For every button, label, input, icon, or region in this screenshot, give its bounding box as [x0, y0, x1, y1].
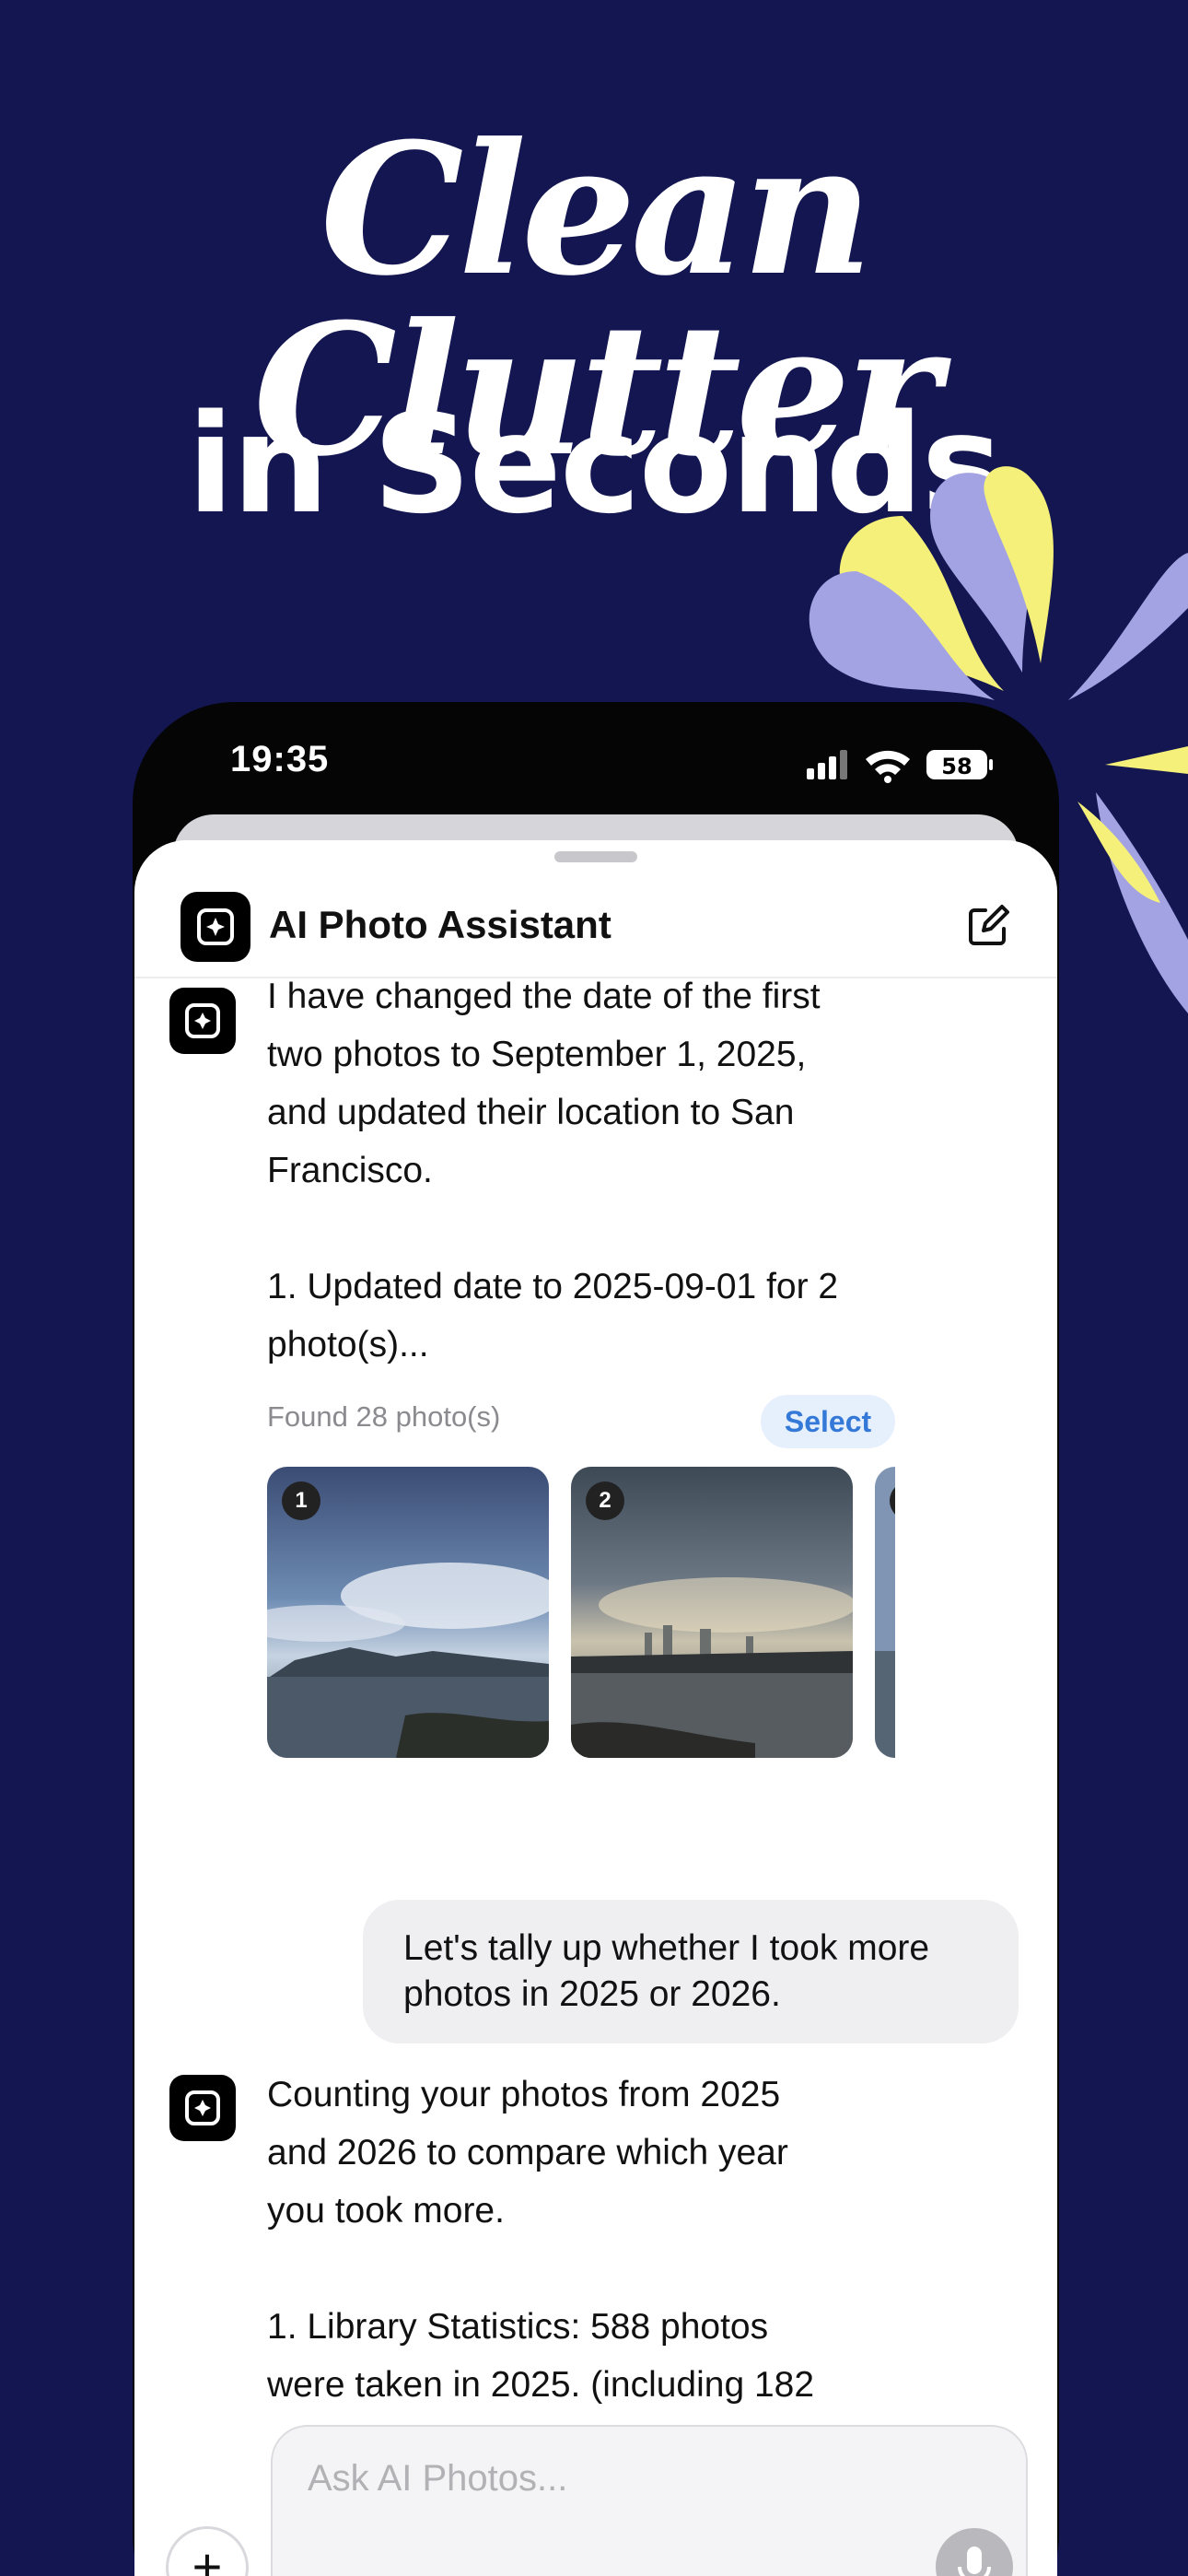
header: AI Photo Assistant — [134, 864, 1057, 978]
user-message: Let's tally up whether I took more photo… — [363, 1900, 1019, 2043]
input-placeholder: Ask AI Photos... — [308, 2458, 568, 2499]
assistant-avatar — [169, 988, 236, 1054]
photo-strip[interactable]: 1 2 — [267, 1467, 895, 1758]
assistant-message: I have changed the date of the first two… — [267, 977, 839, 1364]
message-input[interactable]: Ask AI Photos... — [271, 2425, 1028, 2576]
thumbnail-index: 1 — [282, 1481, 320, 1520]
found-count: Found 28 photo(s) — [267, 1400, 501, 1433]
compose-icon[interactable] — [965, 903, 1011, 949]
battery-level: 58 — [941, 754, 972, 779]
sparkle-photo-icon — [185, 1003, 220, 1038]
photo-thumbnail[interactable]: 2 — [571, 1467, 853, 1758]
status-time: 19:35 — [230, 739, 330, 779]
app-logo — [181, 892, 250, 962]
photo-thumbnail[interactable] — [875, 1467, 895, 1758]
wifi-icon — [866, 750, 910, 783]
status-icons: 58 — [807, 750, 993, 783]
signal-icon — [807, 768, 814, 779]
microphone-button[interactable] — [936, 2528, 1013, 2576]
sparkle-photo-icon — [197, 908, 234, 945]
scroll-fade — [134, 2250, 1057, 2305]
select-button[interactable]: Select — [761, 1395, 895, 1448]
assistant-message: Counting your photos from 2025 and 2026 … — [267, 2075, 815, 2405]
photo-thumbnail[interactable]: 1 — [267, 1467, 549, 1758]
thumbnail-index: 2 — [586, 1481, 624, 1520]
sparkle-photo-icon — [185, 2090, 220, 2125]
sheet-grabber[interactable] — [554, 851, 637, 862]
assistant-sheet: AI Photo Assistant I have changed the da… — [134, 840, 1057, 2576]
add-attachment-button[interactable]: + — [166, 2526, 249, 2576]
assistant-avatar — [169, 2075, 236, 2141]
page-title: AI Photo Assistant — [269, 903, 611, 946]
microphone-icon — [958, 2547, 991, 2576]
